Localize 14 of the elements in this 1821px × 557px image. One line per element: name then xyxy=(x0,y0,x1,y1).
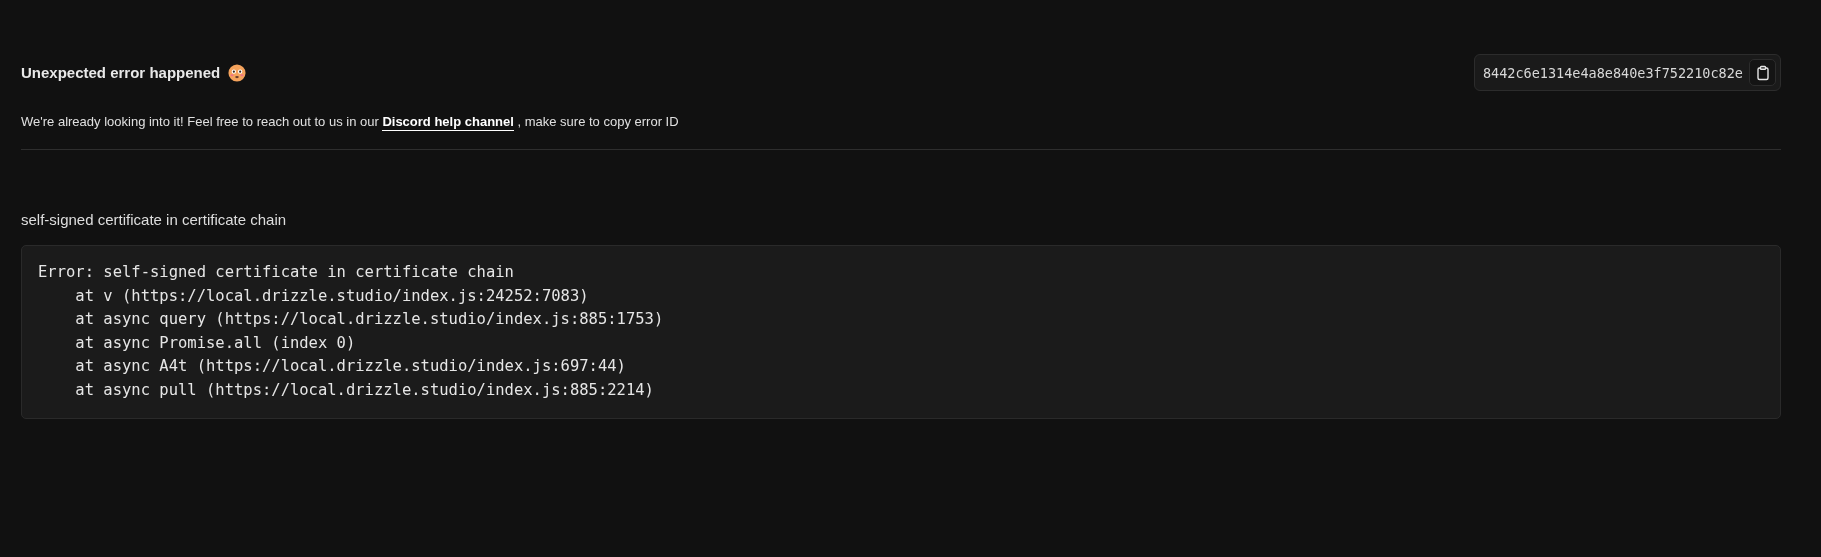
stack-trace-line: at async A4t (https://local.drizzle.studio/index.js:697:44) xyxy=(74,356,627,377)
error-message: self-signed certificate in certificate chain xyxy=(21,211,288,228)
discord-link[interactable]: Discord help channel xyxy=(382,114,514,131)
error-id: 8442c6e1314e4a8e840e3f752210c82e xyxy=(1482,64,1743,81)
stack-trace-line: at async Promise.all (index 0) xyxy=(74,332,357,354)
clipboard-icon xyxy=(1754,64,1771,81)
copy-button[interactable] xyxy=(1749,59,1776,86)
stack-trace-line: at async pull (https://local.drizzle.studio/index.js:885:2214) xyxy=(74,379,655,401)
flushed-face-icon xyxy=(228,63,247,82)
error-title: Unexpected error happened xyxy=(21,64,221,81)
stack-trace-line: at async query (https://local.drizzle.studio/index.js:885:1753) xyxy=(74,309,665,330)
help-text: We're already looking into it! Feel free to reach out to us in our Discord help channel , make sure to copy error ID xyxy=(21,114,680,129)
stack-trace-line: at v (https://local.drizzle.studio/index.js:24252:7083) xyxy=(74,285,590,307)
stack-trace-line: Error: self-signed certificate in certificate chain xyxy=(38,262,515,283)
